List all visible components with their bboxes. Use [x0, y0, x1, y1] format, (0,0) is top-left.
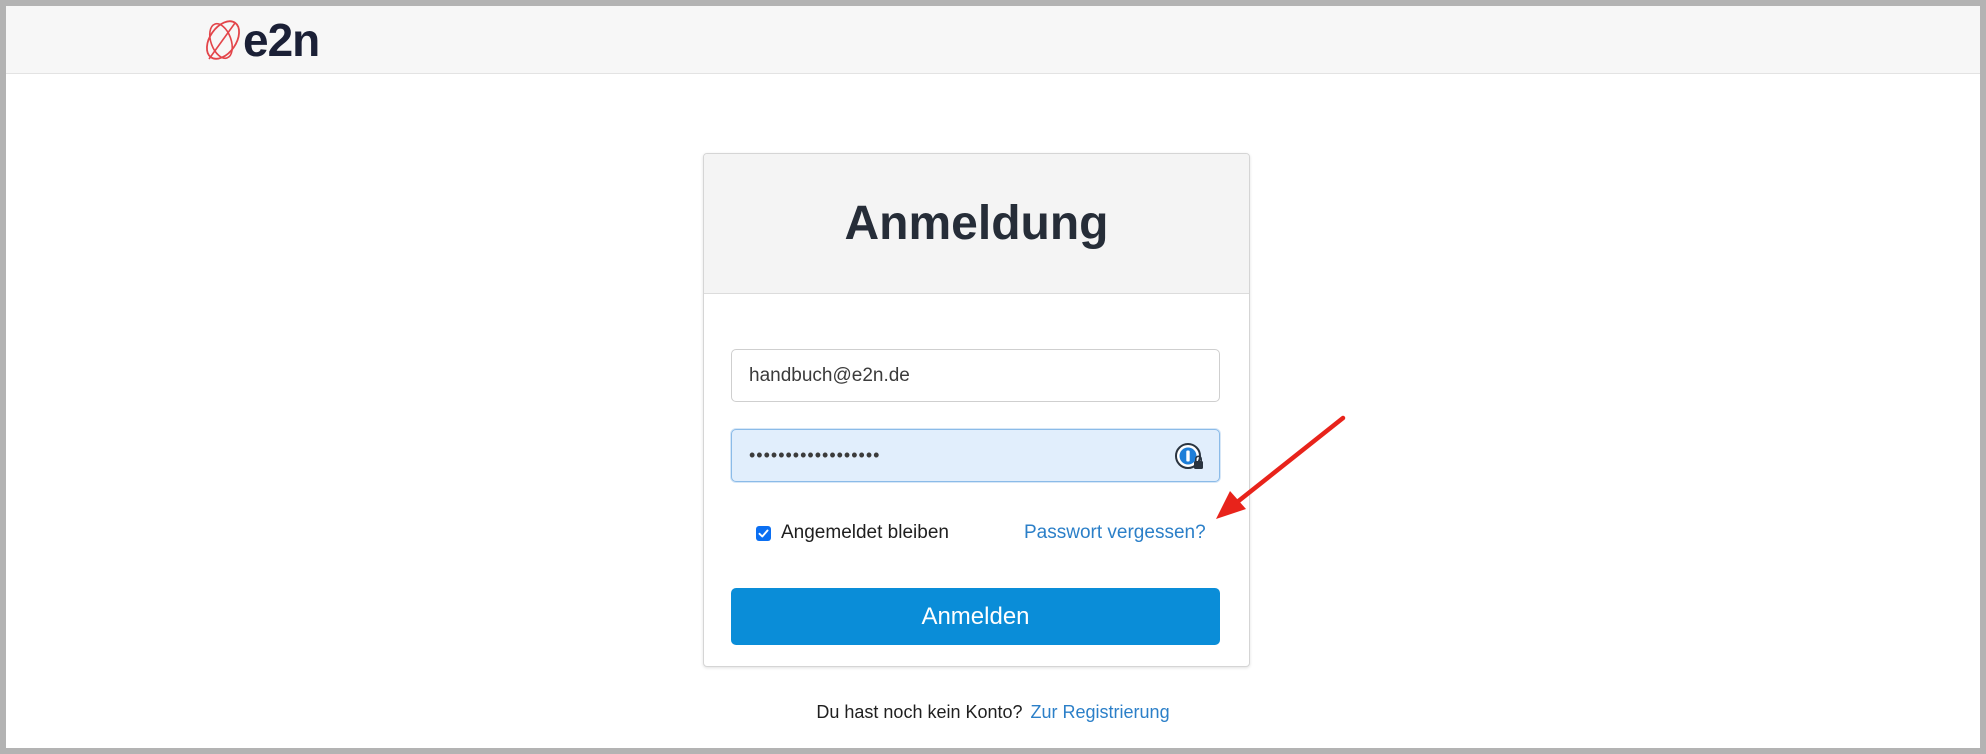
register-prompt: Du hast noch kein Konto? Zur Registrierun…: [6, 702, 1980, 723]
forgot-password-link[interactable]: Passwort vergessen?: [1024, 522, 1206, 544]
login-card: Anmeldung handbuch@e2n.de ••••••••••••••…: [703, 153, 1250, 667]
email-value: handbuch@e2n.de: [749, 364, 910, 386]
remember-label: Angemeldet bleiben: [781, 522, 949, 543]
password-value: ••••••••••••••••••: [749, 445, 881, 465]
email-field[interactable]: handbuch@e2n.de: [731, 349, 1220, 402]
check-icon: [758, 529, 769, 537]
remember-me[interactable]: Angemeldet bleiben: [756, 522, 949, 544]
remember-checkbox[interactable]: [756, 525, 771, 541]
brand-name: e2n: [243, 14, 320, 66]
login-title: Anmeldung: [844, 197, 1109, 250]
register-link[interactable]: Zur Registrierung: [1031, 702, 1170, 722]
password-manager-icon[interactable]: [1173, 441, 1205, 473]
no-account-text: Du hast noch kein Konto?: [816, 702, 1023, 722]
brand-logo[interactable]: e2n: [203, 14, 320, 66]
password-field[interactable]: ••••••••••••••••••: [731, 429, 1220, 482]
red-arrow-annotation: [1216, 415, 1346, 519]
page-frame: e2n Anmeldung handbuch@e2n.de ••••••••••…: [6, 6, 1980, 748]
login-button[interactable]: Anmelden: [731, 588, 1220, 645]
login-card-header: Anmeldung: [704, 154, 1249, 294]
top-bar: e2n: [6, 6, 1980, 74]
e2n-logo-icon: [206, 20, 240, 60]
